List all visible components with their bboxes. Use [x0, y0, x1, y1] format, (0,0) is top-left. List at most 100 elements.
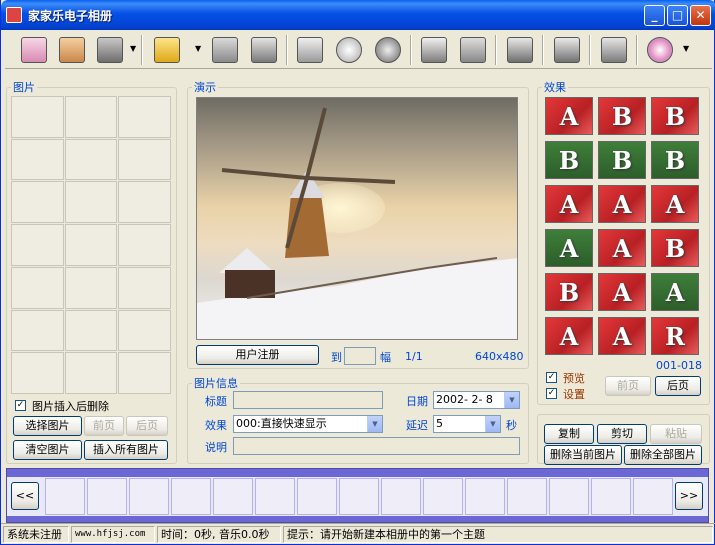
film-frame[interactable]: [465, 478, 505, 515]
film-frame[interactable]: [591, 478, 631, 515]
thumbnail-cell[interactable]: [11, 138, 64, 181]
effects-prev-page-button[interactable]: 前页: [605, 376, 651, 396]
thumbnail-cell[interactable]: [64, 224, 118, 266]
effect-tile[interactable]: B: [651, 141, 699, 179]
thumbnail-cell[interactable]: [118, 352, 171, 394]
thumbnail-cell[interactable]: [64, 266, 118, 309]
effects-next-page-button[interactable]: 后页: [655, 376, 701, 396]
maximize-button[interactable]: □: [667, 5, 688, 26]
thumbnail-cell[interactable]: [11, 224, 64, 266]
thumbnail-cell[interactable]: [64, 352, 118, 394]
film-frame[interactable]: [633, 478, 673, 515]
cd-tool-button[interactable]: [332, 33, 366, 67]
effect-tile[interactable]: A: [545, 97, 593, 135]
chevron-down-icon[interactable]: ▼: [130, 44, 136, 53]
export-tool-button[interactable]: [503, 33, 537, 67]
thumbnail-cell[interactable]: [64, 181, 118, 224]
description-input[interactable]: [233, 437, 520, 455]
effect-tile[interactable]: B: [545, 141, 593, 179]
title-input[interactable]: [233, 391, 383, 409]
select-picture-button[interactable]: 选择图片: [13, 416, 82, 436]
thumbnail-cell[interactable]: [64, 96, 118, 138]
effect-select[interactable]: 000:直接快速显示 ▼: [233, 415, 383, 433]
insert-all-pictures-button[interactable]: 插入所有图片: [84, 440, 168, 460]
effect-tile[interactable]: A: [651, 273, 699, 311]
archive-tool-button[interactable]: [456, 33, 490, 67]
goto-frame-input[interactable]: [344, 347, 376, 365]
chevron-down-icon[interactable]: ▼: [683, 44, 689, 53]
film-frame[interactable]: [45, 478, 85, 515]
thumbnail-cell[interactable]: [11, 352, 64, 394]
album-tool-button[interactable]: [17, 33, 51, 67]
delay-select[interactable]: 5 ▼: [433, 415, 501, 433]
thumbnail-cell[interactable]: [118, 266, 171, 309]
close-button[interactable]: ✕: [690, 5, 711, 26]
burn-tool-button[interactable]: [550, 33, 584, 67]
film-frame[interactable]: [423, 478, 463, 515]
effect-tile[interactable]: B: [651, 229, 699, 267]
image-settings-tool-button[interactable]: [293, 33, 327, 67]
thumbnail-cell[interactable]: [64, 309, 118, 352]
minimize-button[interactable]: _: [644, 5, 665, 26]
chevron-down-icon[interactable]: ▼: [504, 392, 519, 408]
effect-tile[interactable]: R: [651, 317, 699, 355]
photo-album-tool-button[interactable]: [55, 33, 89, 67]
help-disc-tool-button[interactable]: [643, 33, 677, 67]
music-tool-button[interactable]: [371, 33, 405, 67]
effect-tile[interactable]: A: [545, 185, 593, 223]
film-frame[interactable]: [171, 478, 211, 515]
date-picker[interactable]: 2002- 2- 8 ▼: [433, 391, 520, 409]
thumbnail-cell[interactable]: [118, 96, 171, 138]
thumbnail-cell[interactable]: [118, 224, 171, 266]
import-tool-button[interactable]: [417, 33, 451, 67]
thumbnail-cell[interactable]: [11, 96, 64, 138]
paste-button[interactable]: 粘贴: [650, 424, 702, 444]
clear-pictures-button[interactable]: 清空图片: [13, 440, 82, 460]
thumbnail-cell[interactable]: [118, 138, 171, 181]
film-frame[interactable]: [255, 478, 295, 515]
picture-thumbnail-grid[interactable]: [11, 96, 171, 394]
filmstrip-scroll-right-button[interactable]: >>: [675, 482, 703, 510]
effect-tile[interactable]: A: [651, 185, 699, 223]
thumbnail-cell[interactable]: [11, 309, 64, 352]
effect-tile[interactable]: B: [598, 141, 646, 179]
preview-checkbox[interactable]: ✓: [546, 372, 557, 383]
thumbnail-cell[interactable]: [11, 181, 64, 224]
delete-current-picture-button[interactable]: 删除当前图片: [544, 445, 622, 465]
filmstrip-scroll-left-button[interactable]: <<: [11, 482, 39, 510]
chevron-down-icon[interactable]: ▼: [485, 416, 500, 432]
film-frame[interactable]: [129, 478, 169, 515]
effect-tile[interactable]: A: [598, 185, 646, 223]
film-frame[interactable]: [297, 478, 337, 515]
delete-all-pictures-button[interactable]: 删除全部图片: [624, 445, 702, 465]
film-frame[interactable]: [549, 478, 589, 515]
effect-tile[interactable]: B: [651, 97, 699, 135]
insert-delete-checkbox[interactable]: ✓: [15, 400, 26, 411]
effect-tile[interactable]: A: [545, 317, 593, 355]
effect-tile[interactable]: B: [545, 273, 593, 311]
cut-button[interactable]: 剪切: [597, 424, 647, 444]
copy-button[interactable]: 复制: [544, 424, 594, 444]
chevron-down-icon[interactable]: ▼: [195, 44, 201, 53]
effect-tile[interactable]: A: [598, 229, 646, 267]
effect-tile[interactable]: A: [545, 229, 593, 267]
effect-tile[interactable]: A: [598, 317, 646, 355]
pictures-next-page-button[interactable]: 后页: [126, 416, 168, 436]
edit-image-tool-button[interactable]: [247, 33, 281, 67]
print-tool-button[interactable]: [208, 33, 242, 67]
film-frame[interactable]: [87, 478, 127, 515]
chevron-down-icon[interactable]: ▼: [367, 416, 382, 432]
film-frame[interactable]: [381, 478, 421, 515]
film-frame[interactable]: [213, 478, 253, 515]
thumbnail-cell[interactable]: [118, 181, 171, 224]
effect-tile[interactable]: A: [598, 273, 646, 311]
thumbnail-cell[interactable]: [118, 309, 171, 352]
pictures-prev-page-button[interactable]: 前页: [84, 416, 124, 436]
save-tool-button[interactable]: [93, 33, 127, 67]
media-tool-button[interactable]: [597, 33, 631, 67]
register-user-button[interactable]: 用户注册: [196, 345, 319, 365]
film-frame[interactable]: [339, 478, 379, 515]
film-frame[interactable]: [507, 478, 547, 515]
thumbnail-cell[interactable]: [64, 138, 118, 181]
new-document-tool-button[interactable]: [150, 33, 184, 67]
